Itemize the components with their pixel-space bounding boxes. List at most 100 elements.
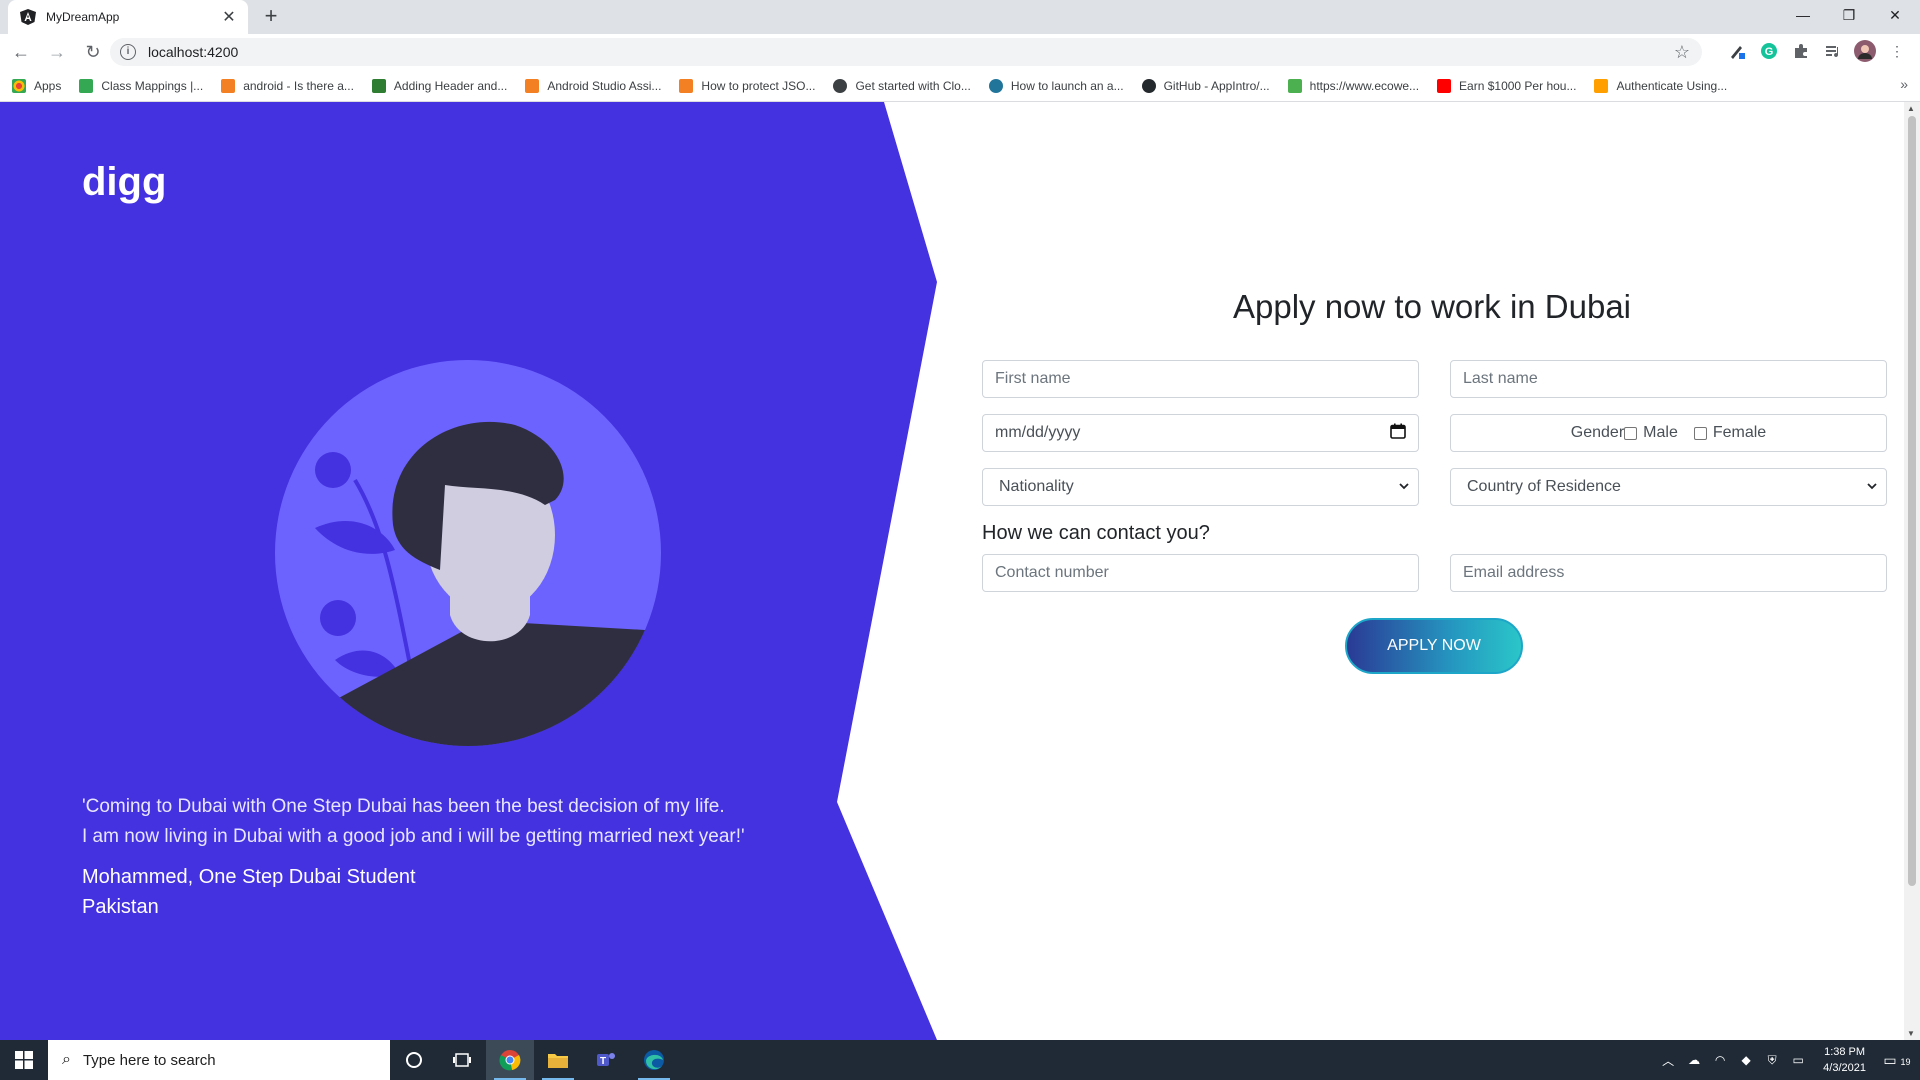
media-queue-icon[interactable] <box>1822 40 1844 62</box>
bookmark-star-icon[interactable]: ☆ <box>1674 42 1690 63</box>
pen-extension-icon[interactable] <box>1726 40 1748 62</box>
browser-menu-icon[interactable]: ⋮ <box>1886 40 1908 62</box>
windows-start-icon[interactable] <box>0 1040 48 1080</box>
bookmark-item[interactable]: Apps <box>12 78 61 93</box>
svg-text:G: G <box>1765 46 1774 58</box>
female-label: Female <box>1712 424 1767 441</box>
clock-time: 1:38 PM <box>1824 1046 1866 1058</box>
page-viewport: digg 'Coming to Dubai with One Step Duba… <box>0 102 1904 1040</box>
gender-male-option[interactable]: Male <box>1624 424 1694 442</box>
forward-icon[interactable]: → <box>42 37 72 67</box>
wordpress-favicon-icon <box>988 78 1003 93</box>
browser-tab[interactable]: MyDreamApp ✕ <box>8 0 248 34</box>
contact-number-field[interactable]: Contact number <box>982 554 1419 592</box>
profile-avatar[interactable] <box>1854 40 1876 62</box>
email-placeholder: Email address <box>1463 564 1565 581</box>
bookmark-label: How to protect JSO... <box>701 78 816 93</box>
back-icon[interactable]: ← <box>6 37 36 67</box>
taskbar-search[interactable]: ⌕ Type here to search <box>48 1040 390 1080</box>
residence-value: Country of Residence <box>1467 478 1621 495</box>
file-explorer-icon[interactable] <box>534 1040 582 1080</box>
bookmark-item[interactable]: How to launch an a... <box>988 78 1124 93</box>
task-view-icon[interactable] <box>438 1040 486 1080</box>
bookmark-label: Class Mappings |... <box>101 78 204 93</box>
date-of-birth-field[interactable]: mm/dd/yyyy <box>982 414 1419 452</box>
chevron-down-icon <box>1398 480 1410 495</box>
notification-center[interactable]: ▭ 19 <box>1882 1052 1912 1069</box>
contact-heading: How we can contact you? <box>982 522 1210 544</box>
more-bookmarks-icon[interactable]: » <box>1900 76 1908 92</box>
site-info-icon[interactable]: i <box>120 44 136 60</box>
grammarly-icon[interactable]: G <box>1758 40 1780 62</box>
bookmark-item[interactable]: How to protect JSO... <box>679 78 816 93</box>
gender-field: Gender Male Female <box>1450 414 1887 452</box>
avatar-illustration <box>275 360 661 746</box>
taskbar-clock[interactable]: 1:38 PM 4/3/2021 <box>1823 1044 1866 1076</box>
chevron-up-icon[interactable]: ︿ <box>1657 1052 1679 1069</box>
first-name-placeholder: First name <box>995 370 1071 387</box>
residence-select[interactable]: Country of Residence <box>1450 468 1887 506</box>
author-name: Mohammed, One Step Dubai Student <box>82 866 416 888</box>
date-placeholder: mm/dd/yyyy <box>995 424 1081 441</box>
windows-taskbar: ⌕ Type here to search T ︿ ☁ ◠ ◆ ⛨ ▭ 1:38… <box>0 1040 1920 1080</box>
edge-icon[interactable] <box>630 1040 678 1080</box>
bookmark-label: How to launch an a... <box>1010 78 1124 93</box>
teams-icon[interactable]: T <box>582 1040 630 1080</box>
bookmark-item[interactable]: https://www.ecowe... <box>1287 78 1419 93</box>
calendar-icon[interactable] <box>1390 423 1406 444</box>
testimonial-author: Mohammed, One Step Dubai Student Pakista… <box>82 862 416 922</box>
first-name-field[interactable]: First name <box>982 360 1419 398</box>
minimize-icon[interactable]: — <box>1780 0 1826 30</box>
wifi-icon[interactable]: ◠ <box>1709 1053 1731 1067</box>
bookmark-item[interactable]: Class Mappings |... <box>79 78 204 93</box>
address-bar[interactable]: i localhost:4200 ☆ <box>110 38 1702 66</box>
chevron-down-icon <box>1866 480 1878 495</box>
female-checkbox[interactable] <box>1693 426 1707 440</box>
bookmark-favicon-icon <box>79 78 94 93</box>
gender-label: Gender <box>1570 424 1625 441</box>
battery-icon[interactable]: ▭ <box>1787 1053 1809 1067</box>
gender-female-option[interactable]: Female <box>1693 424 1767 442</box>
page-scrollbar[interactable]: ▲ ▼ <box>1904 102 1920 1040</box>
male-checkbox[interactable] <box>1624 426 1638 440</box>
male-label: Male <box>1643 424 1678 441</box>
bookmark-item[interactable]: Earn $1000 Per hou... <box>1437 78 1576 93</box>
bookmark-item[interactable]: Get started with Clo... <box>833 78 971 93</box>
leaf-favicon-icon <box>1287 78 1302 93</box>
cortana-icon[interactable] <box>390 1040 438 1080</box>
bookmark-item[interactable]: android - Is there a... <box>221 78 354 93</box>
brand-logo[interactable]: digg <box>82 160 166 205</box>
tab-close-icon[interactable]: ✕ <box>220 7 238 27</box>
contact-placeholder: Contact number <box>995 564 1109 581</box>
apply-now-button[interactable]: APPLY NOW <box>1345 618 1523 674</box>
bookmark-item[interactable]: Adding Header and... <box>371 78 507 93</box>
testimonial-panel: digg 'Coming to Dubai with One Step Duba… <box>0 102 937 1040</box>
bookmark-item[interactable]: Authenticate Using... <box>1594 78 1727 93</box>
onedrive-icon[interactable]: ☁ <box>1683 1053 1705 1067</box>
email-field[interactable]: Email address <box>1450 554 1887 592</box>
reload-icon[interactable]: ↻ <box>78 37 108 67</box>
bookmark-label: GitHub - AppIntro/... <box>1163 78 1270 93</box>
youtube-favicon-icon <box>1437 78 1452 93</box>
restore-icon[interactable]: ❐ <box>1826 0 1872 30</box>
bookmarks-bar: Apps Class Mappings |... android - Is th… <box>0 70 1920 102</box>
last-name-field[interactable]: Last name <box>1450 360 1887 398</box>
address-url[interactable]: localhost:4200 <box>148 44 1674 60</box>
bookmark-favicon-icon <box>371 78 386 93</box>
close-window-icon[interactable]: ✕ <box>1872 0 1918 30</box>
bookmark-item[interactable]: Android Studio Assi... <box>525 78 661 93</box>
nationality-select[interactable]: Nationality <box>982 468 1419 506</box>
puzzle-extensions-icon[interactable] <box>1790 40 1812 62</box>
scroll-down-icon[interactable]: ▼ <box>1907 1029 1915 1038</box>
security-shield-icon[interactable]: ⛨ <box>1761 1053 1783 1068</box>
bookmark-item[interactable]: GitHub - AppIntro/... <box>1141 78 1270 93</box>
scroll-thumb[interactable] <box>1908 116 1916 886</box>
extensions-area: G ⋮ <box>1726 40 1908 62</box>
new-tab-button[interactable]: + <box>258 4 284 30</box>
chrome-taskbar-icon[interactable] <box>486 1040 534 1080</box>
scroll-up-icon[interactable]: ▲ <box>1907 104 1915 113</box>
author-country: Pakistan <box>82 896 159 918</box>
taskbar-search-placeholder: Type here to search <box>82 1051 216 1069</box>
app-tray-icon[interactable]: ◆ <box>1735 1053 1757 1067</box>
bookmark-label: Get started with Clo... <box>855 78 971 93</box>
